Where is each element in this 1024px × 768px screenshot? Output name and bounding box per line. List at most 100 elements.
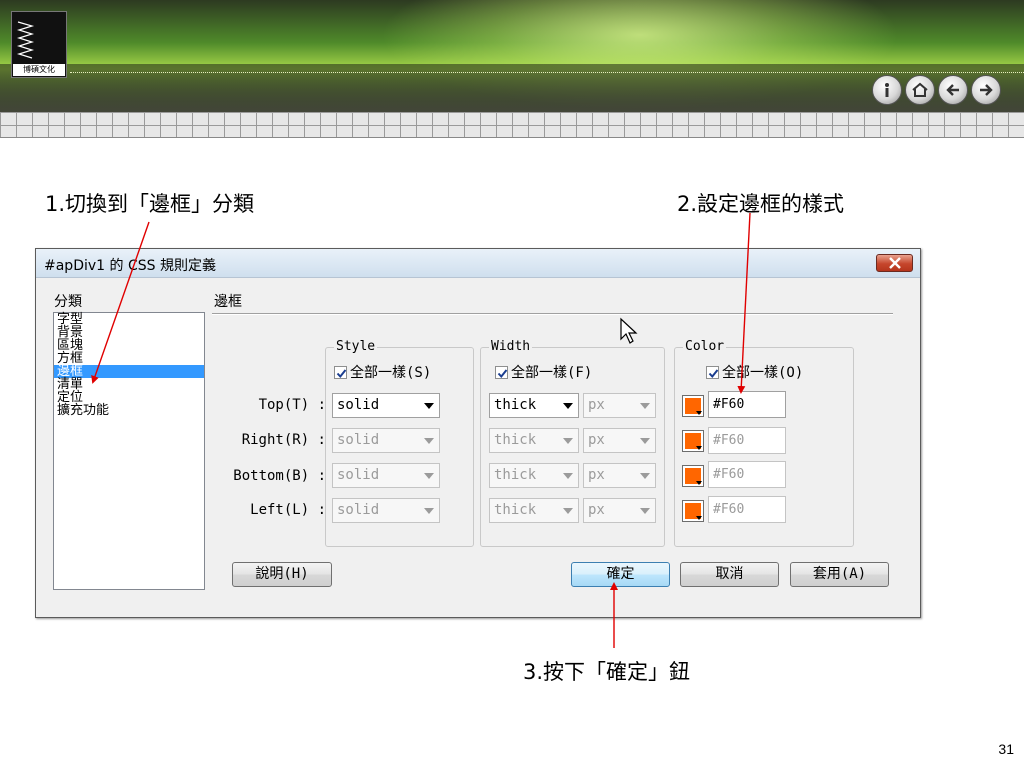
right-unit-value: px [588,432,605,448]
swatch-dropdown-icon [696,516,702,520]
dropdown-arrow-icon [563,438,573,444]
info-icon [885,83,889,97]
forward-icon [980,84,993,96]
dropdown-arrow-icon [563,508,573,514]
top-style-value: solid [337,397,380,413]
header-grid-strip [0,112,1024,138]
bottom-color-input[interactable]: #F60 [708,461,786,488]
top-width-value: thick [494,397,537,413]
slide-nav-buttons [872,75,1002,105]
bottom-width-select[interactable]: thick [489,463,579,488]
row-label-right: Right(R) : [241,432,326,448]
bottom-style-select[interactable]: solid [332,463,440,488]
css-rule-dialog: #apDiv1 的 CSS 規則定義 分類 字型 背景 區塊 方框 邊框 清單 … [35,248,921,618]
dropdown-arrow-icon [424,473,434,479]
section-title: 邊框 [214,294,242,310]
publisher-logo: 博碩文化 [11,11,67,78]
dropdown-arrow-icon [424,508,434,514]
right-style-select[interactable]: solid [332,428,440,453]
right-width-select[interactable]: thick [489,428,579,453]
step1-annotation: 1.切換到「邊框」分類 [45,192,255,216]
dropdown-arrow-icon [563,403,573,409]
top-unit-select[interactable]: px [583,393,656,418]
ok-button[interactable]: 確定 [571,562,670,587]
width-same-all-checkbox[interactable]: 全部一樣(F) [495,365,592,381]
row-label-left: Left(L) : [250,502,326,518]
dropdown-arrow-icon [640,508,650,514]
home-icon [912,82,928,97]
left-color-input[interactable]: #F60 [708,496,786,523]
left-unit-value: px [588,502,605,518]
dialog-title: #apDiv1 的 CSS 規則定義 [44,258,216,274]
right-width-value: thick [494,432,537,448]
left-width-value: thick [494,502,537,518]
step3-annotation: 3.按下「確定」鈕 [523,660,691,684]
cancel-button[interactable]: 取消 [680,562,779,587]
bottom-width-value: thick [494,467,537,483]
checkmark-icon [497,369,508,379]
bottom-unit-select[interactable]: px [583,463,656,488]
category-item-extensions[interactable]: 擴充功能 [54,404,204,417]
swatch-dropdown-icon [696,446,702,450]
left-unit-select[interactable]: px [583,498,656,523]
home-button[interactable] [905,75,935,105]
style-same-all-checkbox[interactable]: 全部一樣(S) [334,365,431,381]
logo-text: 博碩文化 [13,64,65,76]
back-icon [946,84,959,96]
help-button[interactable]: 說明(H) [232,562,332,587]
dialog-titlebar[interactable]: #apDiv1 的 CSS 規則定義 [36,249,920,278]
close-icon [889,257,901,269]
checkbox-box [495,366,508,379]
color-group-label: Color [683,339,727,355]
row-label-top: Top(T) : [258,397,326,413]
width-group-label: Width [489,339,533,355]
left-color-swatch[interactable] [682,500,704,522]
right-unit-select[interactable]: px [583,428,656,453]
dropdown-arrow-icon [424,438,434,444]
bottom-color-swatch[interactable] [682,465,704,487]
dropdown-arrow-icon [640,473,650,479]
page-number: 31 [998,741,1014,757]
left-style-value: solid [337,502,380,518]
logo-mark-icon [16,21,35,59]
row-label-bottom: Bottom(B) : [233,468,326,484]
apply-button[interactable]: 套用(A) [790,562,889,587]
dropdown-arrow-icon [424,403,434,409]
right-color-swatch[interactable] [682,430,704,452]
width-same-all-label: 全部一樣(F) [511,365,593,381]
top-color-input[interactable]: #F60 [708,391,786,418]
back-button[interactable] [938,75,968,105]
right-color-input[interactable]: #F60 [708,427,786,454]
bottom-style-value: solid [337,467,380,483]
checkbox-box [706,366,719,379]
swatch-dropdown-icon [696,481,702,485]
info-button[interactable] [872,75,902,105]
forward-button[interactable] [971,75,1001,105]
style-same-all-label: 全部一樣(S) [350,365,432,381]
mouse-pointer-icon [620,317,638,344]
swatch-dropdown-icon [696,411,702,415]
close-button[interactable] [876,254,913,272]
left-style-select[interactable]: solid [332,498,440,523]
checkmark-icon [336,369,347,379]
top-unit-value: px [588,397,605,413]
color-same-all-checkbox[interactable]: 全部一樣(O) [706,365,803,381]
top-width-select[interactable]: thick [489,393,579,418]
color-same-all-label: 全部一樣(O) [722,365,804,381]
category-list[interactable]: 字型 背景 區塊 方框 邊框 清單 定位 擴充功能 [53,312,205,590]
left-width-select[interactable]: thick [489,498,579,523]
top-color-swatch[interactable] [682,395,704,417]
section-divider [212,313,893,315]
step2-annotation: 2.設定邊框的樣式 [677,192,845,216]
slide-header: 博碩文化 [0,0,1024,112]
dropdown-arrow-icon [563,473,573,479]
checkmark-icon [708,369,719,379]
bottom-unit-value: px [588,467,605,483]
top-style-select[interactable]: solid [332,393,440,418]
style-group-label: Style [334,339,378,355]
right-style-value: solid [337,432,380,448]
category-label: 分類 [54,294,82,310]
header-dotted-line [70,72,1024,73]
checkbox-box [334,366,347,379]
dropdown-arrow-icon [640,438,650,444]
